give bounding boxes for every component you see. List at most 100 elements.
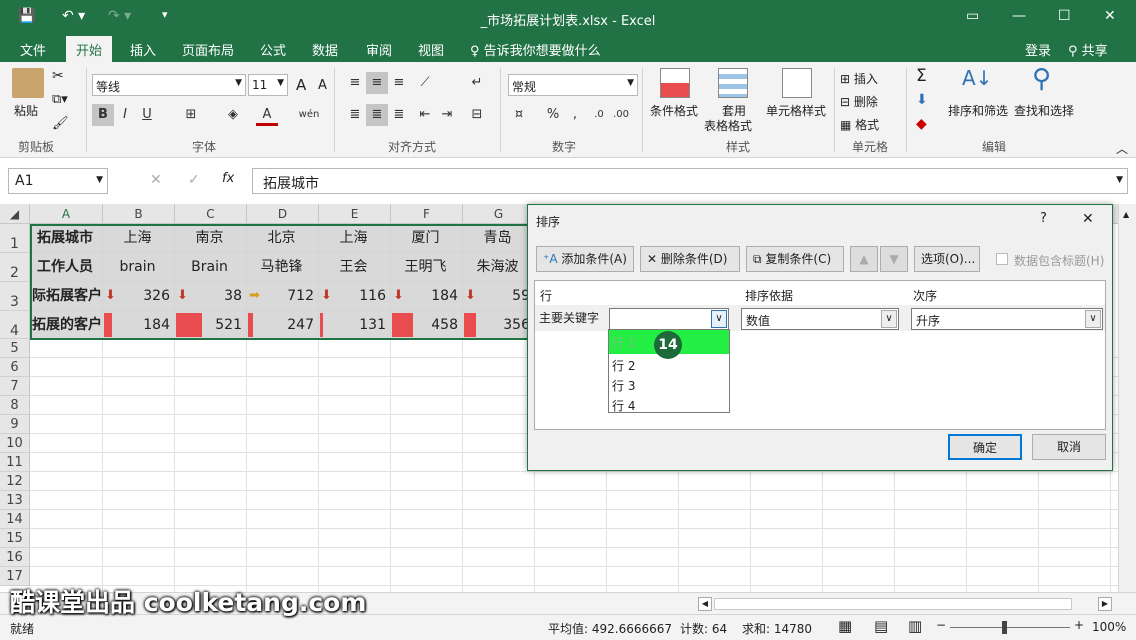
insert-cells-button[interactable]: ⊞ 插入 — [840, 70, 878, 87]
table-cell[interactable]: 朱海波 — [463, 253, 535, 282]
table-cell[interactable]: 521 — [175, 311, 247, 339]
paste-icon[interactable] — [12, 68, 44, 98]
merge-center-icon[interactable]: ⊟ — [466, 104, 488, 126]
clear-icon[interactable]: ◆ — [916, 116, 927, 132]
italic-button[interactable]: I — [114, 104, 136, 126]
zoom-slider[interactable] — [950, 627, 1070, 628]
confirm-entry-icon[interactable]: ✓ — [188, 172, 200, 188]
percent-button[interactable]: % — [542, 104, 564, 126]
table-cell[interactable]: 上海 — [103, 224, 175, 253]
order-select[interactable]: 升序 ∨ — [911, 308, 1103, 330]
paste-button[interactable]: 粘贴 — [14, 102, 38, 119]
table-cell[interactable]: 上海 — [319, 224, 391, 253]
cell-styles-button[interactable]: 单元格样式 — [766, 102, 826, 119]
row-header[interactable]: 12 — [0, 472, 30, 491]
dropdown-option-row-2[interactable]: 行 2 — [612, 357, 635, 374]
tab-data[interactable]: 数据 — [312, 40, 338, 59]
wrap-text-icon[interactable]: ↵ — [466, 72, 488, 94]
table-cell[interactable]: 青岛 — [463, 224, 535, 253]
column-header[interactable]: B — [103, 204, 175, 224]
align-top-icon[interactable]: ≡ — [344, 72, 366, 94]
decrease-font-icon[interactable]: A — [318, 78, 327, 93]
options-button[interactable]: 选项(O)... — [914, 246, 980, 272]
maximize-icon[interactable]: ☐ — [1058, 8, 1071, 24]
tab-file[interactable]: 文件 — [20, 40, 46, 59]
dropdown-option-row-4[interactable]: 行 4 — [612, 397, 635, 414]
has-header-checkbox[interactable] — [996, 253, 1008, 265]
close-window-icon[interactable]: ✕ — [1104, 8, 1116, 24]
move-up-button[interactable]: ▲ — [850, 246, 878, 272]
copy-level-button[interactable]: ⧉ 复制条件(C) — [746, 246, 844, 272]
number-format-select[interactable]: 常规 ▼ — [508, 74, 638, 96]
share-button[interactable]: ⚲ 共享 — [1068, 40, 1108, 59]
zoom-level[interactable]: 100% — [1092, 620, 1126, 634]
zoom-out-icon[interactable]: − — [936, 618, 946, 632]
move-down-button[interactable]: ▼ — [880, 246, 908, 272]
row-header[interactable]: 16 — [0, 548, 30, 567]
format-cells-button[interactable]: ▦ 格式 — [840, 116, 879, 133]
currency-icon[interactable]: ¤ — [508, 104, 530, 126]
sort-filter-button[interactable]: 排序和筛选 — [948, 102, 1008, 119]
row-header[interactable]: 5 — [0, 339, 30, 358]
sort-filter-icon[interactable]: A↓ — [962, 66, 992, 90]
dropdown-option-row-3[interactable]: 行 3 — [612, 377, 635, 394]
row-header[interactable]: 1 — [0, 224, 30, 253]
vertical-scrollbar[interactable]: ▲ — [1118, 204, 1136, 592]
font-size-select[interactable]: 11 ▼ — [248, 74, 288, 96]
add-level-button[interactable]: ⁺A 添加条件(A) — [536, 246, 634, 272]
table-cell[interactable]: 马艳锋 — [247, 253, 319, 282]
table-cell[interactable]: 际拓展客户 — [30, 282, 103, 311]
table-cell[interactable]: 458 — [391, 311, 463, 339]
find-select-button[interactable]: 查找和选择 — [1014, 102, 1074, 119]
cut-icon[interactable]: ✂ — [52, 68, 64, 84]
sort-on-select[interactable]: 数值 ∨ — [741, 308, 899, 330]
scroll-up-icon[interactable]: ▲ — [1123, 210, 1129, 219]
bold-button[interactable]: B — [92, 104, 114, 126]
indent-decrease-icon[interactable]: ⇤ — [414, 104, 436, 126]
table-cell[interactable]: 王会 — [319, 253, 391, 282]
page-layout-view-icon[interactable]: ▤ — [874, 617, 888, 635]
increase-font-icon[interactable]: A — [296, 76, 306, 94]
column-header[interactable]: A — [30, 204, 103, 224]
minimize-icon[interactable]: — — [1012, 8, 1026, 24]
table-cell[interactable]: ➡ 712 — [247, 282, 319, 311]
borders-icon[interactable]: ⊞ — [180, 104, 202, 126]
column-header[interactable]: D — [247, 204, 319, 224]
copy-icon[interactable]: ⧉▾ — [52, 92, 68, 107]
align-middle-icon[interactable]: ≡ — [366, 72, 388, 94]
row-header[interactable]: 14 — [0, 510, 30, 529]
table-cell[interactable]: 247 — [247, 311, 319, 339]
select-all-corner[interactable]: ◢ — [0, 204, 30, 224]
formula-input[interactable]: 拓展城市 ▼ — [252, 168, 1128, 194]
comma-button[interactable]: , — [564, 104, 586, 126]
row-header[interactable]: 8 — [0, 396, 30, 415]
table-cell[interactable]: 北京 — [247, 224, 319, 253]
collapse-ribbon-icon[interactable]: ︿ — [1116, 140, 1128, 157]
phonetic-icon[interactable]: wén — [298, 104, 320, 126]
row-header[interactable]: 11 — [0, 453, 30, 472]
table-cell[interactable]: ⬇ 116 — [319, 282, 391, 311]
align-right-icon[interactable]: ≣ — [388, 104, 410, 126]
table-cell[interactable]: 工作人员 — [30, 253, 103, 282]
font-name-select[interactable]: 等线 ▼ — [92, 74, 246, 96]
table-cell[interactable]: ⬇ 38 — [175, 282, 247, 311]
tab-insert[interactable]: 插入 — [130, 40, 156, 59]
underline-button[interactable]: U — [136, 104, 158, 126]
align-left-icon[interactable]: ≣ — [344, 104, 366, 126]
ribbon-display-icon[interactable]: ▭ — [966, 8, 979, 24]
insert-function-button[interactable]: fx — [222, 171, 234, 186]
cancel-entry-icon[interactable]: ✕ — [150, 172, 162, 188]
fill-color-icon[interactable]: ◈ — [222, 104, 244, 126]
orientation-icon[interactable]: ⟋ — [414, 72, 436, 94]
zoom-in-icon[interactable]: + — [1074, 618, 1084, 632]
scroll-left-button[interactable]: ◀ — [698, 597, 712, 611]
table-cell[interactable]: brain — [103, 253, 175, 282]
table-cell[interactable]: 南京 — [175, 224, 247, 253]
delete-cells-button[interactable]: ⊟ 删除 — [840, 93, 878, 110]
row-header[interactable]: 9 — [0, 415, 30, 434]
help-button[interactable]: ? — [1040, 211, 1047, 226]
format-painter-icon[interactable]: 🖌 — [52, 116, 69, 131]
column-header[interactable]: F — [391, 204, 463, 224]
row-header[interactable]: 2 — [0, 253, 30, 282]
column-header[interactable]: C — [175, 204, 247, 224]
